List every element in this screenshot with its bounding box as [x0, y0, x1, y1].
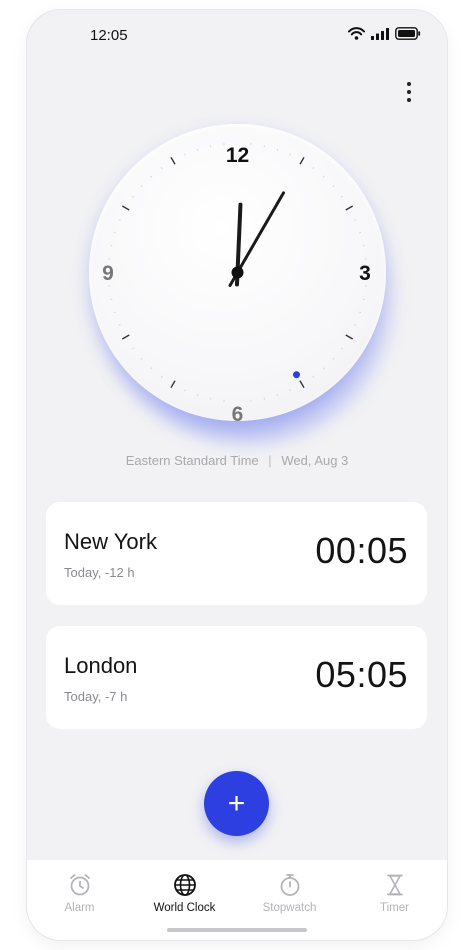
- clock-minute-tick: [340, 195, 343, 198]
- tab-label: World Clock: [153, 902, 216, 914]
- clock-minute-tick: [276, 148, 279, 151]
- city-time: 00:05: [315, 530, 408, 571]
- clock-minute-tick: [312, 375, 315, 378]
- wifi-icon: [348, 27, 365, 40]
- clock-numeral-12: 12: [226, 144, 249, 167]
- clock-numeral-9: 9: [102, 262, 114, 285]
- status-icons: [348, 27, 421, 40]
- city-offset: Today, -7 h: [64, 689, 128, 704]
- city-offset: Today, -12 h: [64, 565, 135, 580]
- clock-minute-tick: [140, 185, 143, 188]
- clock-hour-tick: [345, 205, 354, 211]
- globe-icon: [173, 874, 196, 896]
- clock-minute-tick: [184, 389, 186, 392]
- city-card-london[interactable]: London Today, -7 h 05:05: [46, 626, 427, 729]
- phone-screen: 12:05 12 3 6 9 Eastern Standard Time | W…: [27, 10, 447, 940]
- tab-label: Alarm: [64, 902, 95, 914]
- tab-alarm[interactable]: Alarm: [27, 860, 132, 940]
- cellular-signal-icon: [371, 27, 389, 40]
- city-name: London: [64, 653, 138, 678]
- clock-minute-tick: [312, 167, 315, 170]
- clock-minute-tick: [118, 324, 121, 326]
- clock-minute-tick: [354, 324, 357, 326]
- analog-clock-face: 12 3 6 9: [102, 143, 371, 421]
- more-options-button[interactable]: [401, 80, 417, 104]
- clock-minute-tick: [196, 394, 199, 397]
- clock-minute-tick: [359, 231, 362, 234]
- tab-timer[interactable]: Timer: [342, 860, 447, 940]
- clock-minute-tick: [359, 311, 362, 314]
- clock-minute-tick: [113, 311, 116, 314]
- second-indicator-dot: [293, 371, 300, 379]
- clock-minute-tick: [354, 219, 357, 221]
- clock-hour-tick: [345, 334, 354, 340]
- clock-hour-tick: [299, 380, 305, 389]
- clock-minute-tick: [332, 357, 335, 360]
- stopwatch-icon: [280, 874, 299, 896]
- clock-numeral-3: 3: [359, 262, 371, 285]
- clock-minute-tick: [322, 367, 325, 370]
- clock-minute-tick: [160, 167, 163, 170]
- home-indicator: [167, 928, 307, 932]
- clock-hour-tick: [299, 156, 305, 165]
- clock-minute-tick: [340, 347, 343, 350]
- clock-minute-tick: [140, 357, 143, 360]
- hourglass-icon: [386, 874, 403, 896]
- timezone-label: Eastern Standard Time | Wed, Aug 3: [27, 453, 447, 468]
- clock-minute-tick: [196, 148, 199, 151]
- timezone-date: Wed, Aug 3: [281, 453, 349, 468]
- status-time: 12:05: [90, 27, 128, 44]
- plus-icon: +: [227, 786, 246, 820]
- clock-numeral-6: 6: [232, 403, 244, 421]
- city-card-new-york[interactable]: New York Today, -12 h 00:05: [46, 502, 427, 605]
- more-vertical-icon: [407, 82, 411, 86]
- add-city-button[interactable]: +: [204, 771, 269, 836]
- analog-clock: 12 3 6 9: [89, 124, 386, 421]
- clock-minute-tick: [113, 231, 116, 234]
- tab-label: Timer: [380, 902, 409, 914]
- clock-hour-tick: [170, 380, 176, 389]
- alarm-clock-icon: [69, 874, 90, 896]
- clock-minute-tick: [150, 367, 153, 370]
- battery-icon: [395, 27, 421, 40]
- clock-minute-tick: [118, 219, 121, 221]
- clock-minute-tick: [276, 394, 279, 397]
- clock-minute-tick: [132, 195, 135, 198]
- city-name: New York: [64, 529, 157, 554]
- clock-minute-tick: [160, 375, 163, 378]
- clock-minute-tick: [184, 153, 186, 156]
- timezone-name: Eastern Standard Time: [125, 453, 259, 468]
- city-time: 05:05: [315, 654, 408, 695]
- clock-center-pin: [231, 266, 244, 279]
- clock-minute-tick: [150, 175, 153, 178]
- clock-minute-tick: [132, 347, 135, 350]
- clock-minute-tick: [289, 153, 291, 156]
- clock-minute-tick: [289, 389, 291, 392]
- clock-minute-tick: [332, 185, 335, 188]
- tab-label: Stopwatch: [262, 902, 317, 914]
- timezone-separator: |: [268, 453, 272, 468]
- clock-hour-tick: [121, 205, 130, 211]
- clock-minute-tick: [322, 175, 325, 178]
- clock-hour-tick: [121, 334, 130, 340]
- status-bar: 12:05: [27, 10, 447, 60]
- clock-hour-tick: [170, 156, 176, 165]
